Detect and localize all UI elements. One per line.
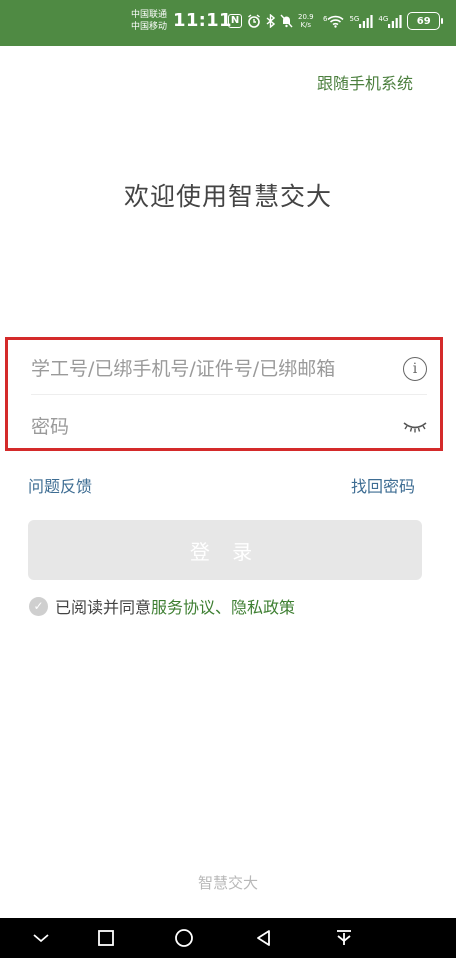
- login-button[interactable]: 登 录: [28, 520, 422, 580]
- agreement-prefix: 已阅读并同意: [55, 598, 152, 617]
- battery-icon: 69: [407, 12, 444, 30]
- chevron-down-icon[interactable]: [29, 926, 53, 950]
- check-circle-icon[interactable]: ✓: [29, 596, 48, 616]
- notification-pull-icon[interactable]: [332, 926, 356, 950]
- login-form-highlight: i: [5, 337, 443, 451]
- wifi-icon: 6: [323, 15, 345, 28]
- footer-brand: 智慧交大: [197, 874, 258, 892]
- signal-4g-icon: 4G: [378, 14, 402, 28]
- back-triangle-icon[interactable]: [252, 926, 276, 950]
- password-input[interactable]: [31, 416, 361, 438]
- find-password-link[interactable]: 找回密码: [351, 473, 415, 497]
- mute-bell-icon: [280, 14, 293, 28]
- nfc-icon: N: [228, 14, 242, 28]
- battery-level: 69: [416, 15, 431, 27]
- recent-square-icon[interactable]: [94, 926, 118, 950]
- eye-closed-icon[interactable]: [403, 419, 427, 435]
- bluetooth-icon: [266, 14, 275, 28]
- signal-4g-label: 4G: [378, 14, 389, 23]
- system-nav-bar: [0, 918, 456, 958]
- welcome-title: 欢迎使用智慧交大: [123, 182, 332, 211]
- agreement-row: ✓ 已阅读并同意服务协议、隐私政策: [29, 594, 295, 618]
- field-divider: [31, 394, 427, 395]
- nfc-label: N: [228, 14, 242, 28]
- status-icons: N 20.9 K/s 6 5G 4G 69: [228, 10, 444, 32]
- follow-system-button[interactable]: 跟随手机系统: [317, 70, 413, 94]
- signal-5g-icon: 5G: [349, 14, 373, 28]
- carrier-2: 中国移动: [131, 22, 168, 32]
- password-row: [31, 412, 427, 442]
- account-row: i: [31, 354, 427, 384]
- clock: 11:11: [173, 10, 232, 31]
- info-icon[interactable]: i: [403, 357, 427, 381]
- account-input[interactable]: [31, 358, 361, 380]
- carrier-info: 中国联通 中国移动: [131, 9, 173, 33]
- carrier-1: 中国联通: [131, 10, 168, 20]
- network-speed-unit: K/s: [300, 21, 312, 29]
- home-circle-icon[interactable]: [172, 926, 196, 950]
- network-speed: 20.9 K/s: [298, 13, 318, 29]
- signal-5g-label: 5G: [349, 14, 360, 23]
- alarm-icon: [247, 14, 261, 28]
- agreement-links[interactable]: 服务协议、隐私政策: [151, 598, 295, 617]
- status-bar: 中国联通 中国移动 11:11 N 20.9 K/s 6 5G 4G 69: [0, 0, 456, 46]
- feedback-link[interactable]: 问题反馈: [28, 473, 92, 497]
- network-speed-value: 20.9: [298, 13, 314, 21]
